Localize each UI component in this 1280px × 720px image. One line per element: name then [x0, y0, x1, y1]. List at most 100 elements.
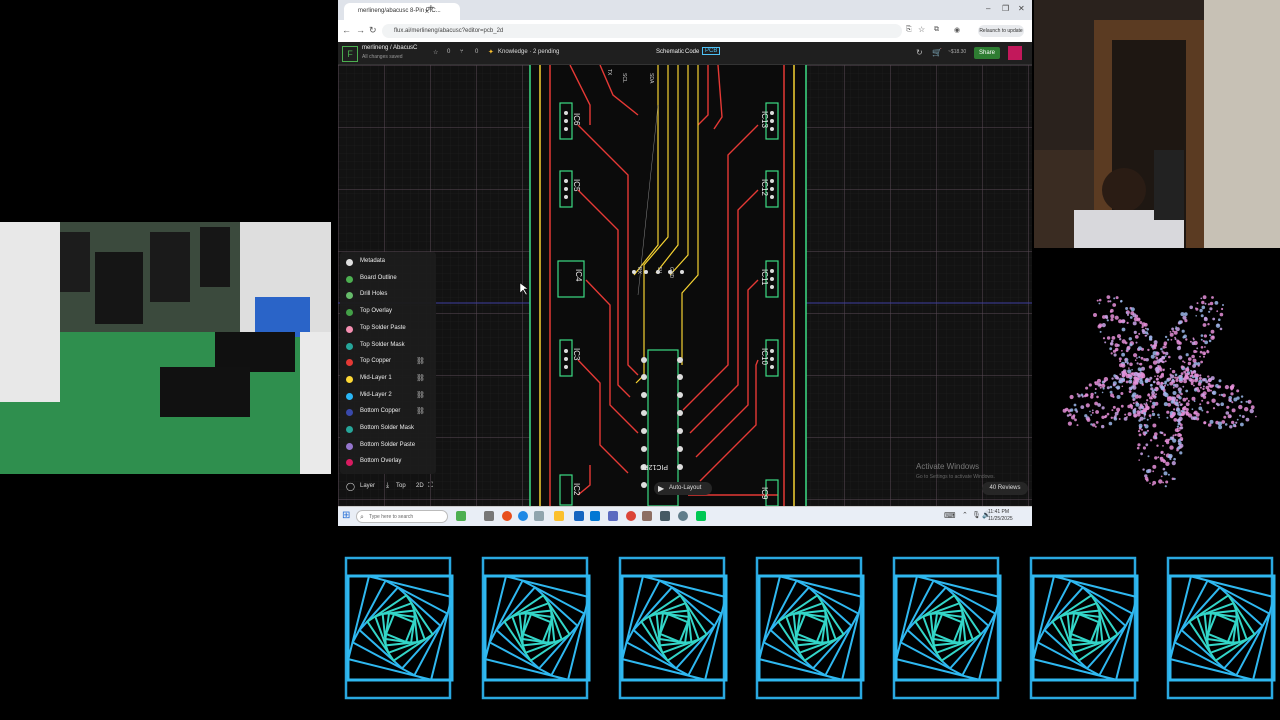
layer-visibility-dot[interactable]	[346, 409, 353, 417]
task-view-icon[interactable]	[484, 511, 494, 521]
bookmark-star-icon[interactable]: ☆	[918, 25, 925, 34]
taskbar-search[interactable]: ⌕ Type here to search	[356, 510, 448, 523]
layer-row[interactable]: Board Outline	[346, 273, 434, 287]
layer-visibility-dot[interactable]	[346, 359, 353, 367]
layer-visibility-dot[interactable]	[346, 309, 353, 317]
app-icon[interactable]	[660, 511, 670, 521]
tab-pcb[interactable]: PCB	[702, 47, 721, 55]
layer-visibility-dot[interactable]	[346, 426, 353, 433]
layer-row[interactable]: Top Solder Paste	[346, 323, 434, 337]
layer-row[interactable]: Bottom Overlay	[346, 456, 434, 470]
activate-windows-subtitle: Go to Settings to activate Windows.	[916, 474, 995, 480]
project-name[interactable]: merlineng / AbacusC	[362, 45, 417, 51]
chip-label: PIC12F0	[640, 463, 668, 470]
windows-start-icon[interactable]: ⊞	[342, 510, 350, 521]
fork-icon[interactable]: ⑂	[460, 49, 464, 55]
layer-row[interactable]: Mid-Layer 2 ⛓	[346, 390, 434, 404]
layer-row[interactable]: Bottom Solder Paste	[346, 440, 434, 454]
install-icon[interactable]: ⎘	[906, 26, 912, 34]
visual-studio-icon[interactable]	[608, 511, 618, 521]
layer-visibility-dot[interactable]	[346, 442, 353, 450]
settings-gear-icon[interactable]	[678, 511, 688, 521]
credit-balance: ~$18.30	[948, 49, 967, 55]
brave-icon[interactable]	[502, 511, 512, 521]
layer-visibility-dot[interactable]	[346, 459, 353, 467]
layer-button[interactable]: Layer	[360, 483, 375, 489]
layer-visibility-dot[interactable]	[346, 275, 353, 283]
layer-row[interactable]: Top Solder Mask	[346, 340, 434, 354]
layer-label: Metadata	[360, 258, 386, 264]
sync-icon[interactable]: ↻	[916, 48, 923, 57]
layer-toggle-icon[interactable]: ◯	[346, 482, 355, 491]
layer-visibility-dot[interactable]	[346, 292, 353, 300]
layer-visibility-dot[interactable]	[346, 259, 353, 266]
layer-link-icon[interactable]: ⛓	[416, 407, 425, 415]
spiral-square-graphic	[618, 548, 730, 708]
close-window-icon[interactable]: ✕	[1018, 4, 1025, 13]
app-icon[interactable]	[574, 511, 584, 521]
view-mode-button[interactable]: 2D	[416, 483, 424, 489]
app-icon[interactable]	[534, 511, 544, 521]
layer-visibility-dot[interactable]	[346, 342, 353, 350]
star-icon[interactable]: ☆	[433, 49, 438, 56]
spiral-square-graphic	[344, 548, 456, 708]
layer-visibility-dot[interactable]	[346, 375, 353, 383]
star-count: 0	[447, 49, 451, 55]
app-header: F merlineng / AbacusC All changes saved …	[338, 42, 1032, 65]
relaunch-button[interactable]: Relaunch to update	[978, 25, 1024, 37]
browser-tab[interactable]: merlineng/abacusc 8-Pin PIC... ×	[344, 3, 460, 20]
profile-icon[interactable]: ◉	[954, 26, 960, 34]
layer-row[interactable]: Metadata	[346, 256, 434, 270]
tab-schematic[interactable]: Schematic	[656, 49, 684, 55]
app-icon[interactable]	[696, 511, 706, 521]
download-icon[interactable]: ⤓	[386, 482, 389, 490]
avatar[interactable]	[1008, 46, 1022, 60]
layer-visibility-dot[interactable]	[346, 392, 353, 400]
reviews-button[interactable]: 40 Reviews	[982, 482, 1028, 495]
layer-link-icon[interactable]: ⛓	[416, 374, 425, 382]
side-button[interactable]: Top	[396, 483, 406, 489]
layer-link-icon[interactable]: ⛓	[416, 357, 425, 365]
layer-label: Mid-Layer 2	[360, 391, 392, 398]
auto-layout-button[interactable]: ▶ Auto-Layout	[654, 482, 712, 495]
vscode-icon[interactable]	[590, 511, 600, 521]
cart-icon[interactable]: 🛒	[932, 48, 942, 57]
new-tab-button[interactable]: +	[428, 3, 434, 14]
microphone-icon[interactable]: 🎙	[972, 511, 981, 519]
layer-visibility-dot[interactable]	[346, 325, 353, 333]
minimize-icon[interactable]: –	[986, 4, 990, 13]
layer-row[interactable]: Bottom Solder Mask	[346, 423, 434, 437]
extensions-icon[interactable]: ⧉	[934, 26, 939, 34]
tab-code[interactable]: Code	[685, 49, 699, 55]
knowledge-status[interactable]: Knowledge · 2 pending	[498, 49, 559, 55]
layer-label: Mid-Layer 1	[360, 374, 392, 381]
layer-row[interactable]: Top Copper ⛓	[346, 356, 434, 370]
flux-logo-icon[interactable]: F	[342, 46, 358, 62]
app-icon[interactable]	[642, 511, 652, 521]
fullscreen-icon[interactable]: ⛶	[428, 482, 433, 490]
taskbar-clock[interactable]: 11:41 PM 11/25/2025	[988, 509, 1013, 523]
pin-label: SCL	[621, 73, 627, 83]
edge-icon[interactable]	[518, 511, 528, 521]
back-icon[interactable]: ←	[342, 25, 351, 35]
chrome-icon[interactable]	[626, 511, 636, 521]
layer-row[interactable]: Mid-Layer 1 ⛓	[346, 373, 434, 387]
ic-label: IC12	[760, 179, 769, 196]
keyboard-icon[interactable]: ⌨	[944, 511, 956, 520]
tray-chevron-icon[interactable]: ⌃	[962, 511, 968, 519]
layer-row[interactable]: Drill Holes	[346, 289, 434, 303]
app-icon[interactable]	[456, 511, 466, 521]
address-row: ← → ↻ flux.ai/merlineng/abacusc?editor=p…	[338, 20, 1032, 43]
layer-link-icon[interactable]: ⛓	[416, 391, 425, 399]
pcb-canvas[interactable]: IC6 IC5 IC4 IC3 IC2 IC13 IC12 IC11 IC10 …	[338, 65, 1032, 506]
forward-icon[interactable]: →	[356, 25, 365, 35]
share-button[interactable]: Share	[974, 47, 1000, 59]
play-icon: ▶	[658, 484, 665, 493]
layer-row[interactable]: Top Overlay	[346, 306, 434, 320]
pin-label: TX	[606, 69, 612, 76]
layer-row[interactable]: Bottom Copper ⛓	[346, 406, 434, 420]
reload-icon[interactable]: ↻	[369, 25, 377, 36]
url-bar[interactable]: flux.ai/merlineng/abacusc?editor=pcb_2d	[382, 24, 902, 38]
file-explorer-icon[interactable]	[554, 511, 564, 521]
maximize-icon[interactable]: ❐	[1002, 4, 1009, 13]
